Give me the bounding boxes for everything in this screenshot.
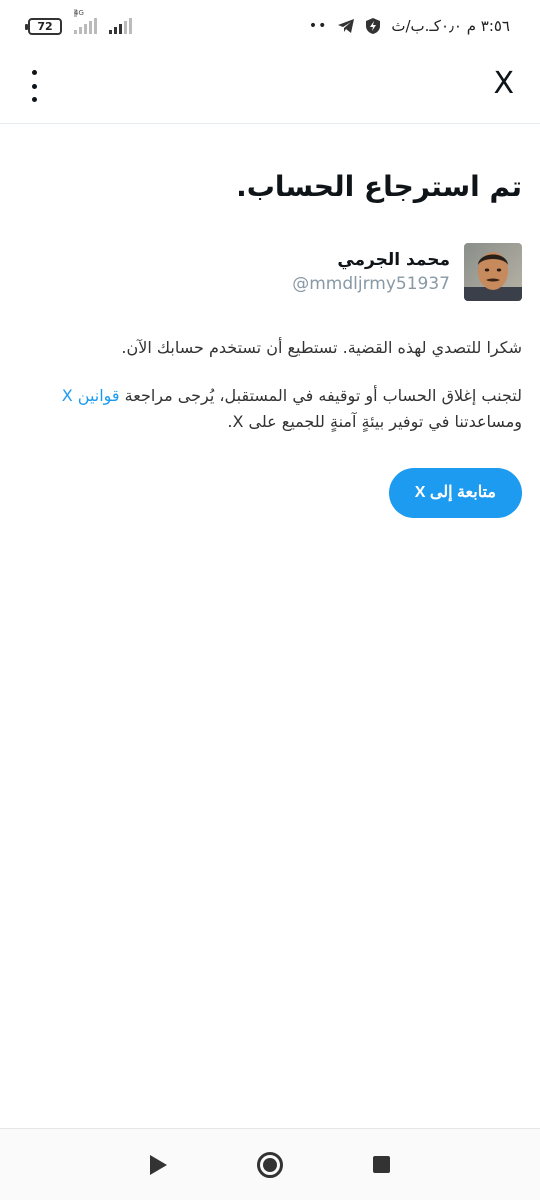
stop-square-icon[interactable] bbox=[373, 1156, 390, 1173]
play-icon[interactable] bbox=[150, 1154, 167, 1175]
user-card: محمد الجرمي @mmdljrmy51937 bbox=[18, 243, 522, 301]
signal-4g-icon: 4G bbox=[74, 9, 97, 34]
signal-icon bbox=[109, 18, 132, 34]
guidance-suffix: ومساعدتنا في توفير بيئةٍ آمنةٍ للجميع عل… bbox=[227, 412, 522, 431]
kebab-menu-icon[interactable] bbox=[22, 68, 46, 104]
status-bar: 72 4G •• ٣:٥٦ م ٠٫٠كـ.ب/ث bbox=[0, 0, 540, 52]
status-bar-left: 72 4G bbox=[25, 9, 132, 35]
top-bar: X bbox=[0, 52, 540, 124]
shield-icon bbox=[366, 18, 381, 34]
confirmation-text: شكرا للتصدي لهذه القضية. تستطيع أن تستخد… bbox=[121, 338, 522, 357]
user-handle: @mmdljrmy51937 bbox=[292, 274, 450, 294]
system-nav-bar bbox=[0, 1128, 540, 1200]
close-button[interactable]: X bbox=[493, 66, 514, 101]
status-bar-right: •• ٣:٥٦ م ٠٫٠كـ.ب/ث bbox=[309, 17, 510, 35]
x-rules-link[interactable]: قوانين X bbox=[62, 386, 120, 405]
user-text: محمد الجرمي @mmdljrmy51937 bbox=[292, 250, 450, 294]
clock-and-speed: ٣:٥٦ م ٠٫٠كـ.ب/ث bbox=[391, 17, 510, 35]
main-content: تم استرجاع الحساب. محمد الجرمي @mmdljrmy… bbox=[0, 124, 540, 518]
user-name: محمد الجرمي bbox=[337, 250, 450, 270]
guidance-text: لتجنب إغلاق الحساب أو توقيفه في المستقبل… bbox=[18, 383, 522, 435]
battery-level: 72 bbox=[37, 19, 53, 33]
telegram-icon bbox=[338, 19, 355, 33]
home-circle-icon[interactable] bbox=[257, 1151, 283, 1178]
avatar bbox=[464, 243, 522, 301]
battery-icon: 72 bbox=[25, 17, 62, 35]
overflow-dots: •• bbox=[308, 18, 328, 34]
guidance-prefix: لتجنب إغلاق الحساب أو توقيفه في المستقبل… bbox=[119, 386, 522, 405]
continue-to-x-button[interactable]: متابعة إلى X bbox=[388, 468, 522, 518]
page-title: تم استرجاع الحساب. bbox=[236, 170, 522, 203]
network-type: 4G bbox=[74, 9, 84, 17]
